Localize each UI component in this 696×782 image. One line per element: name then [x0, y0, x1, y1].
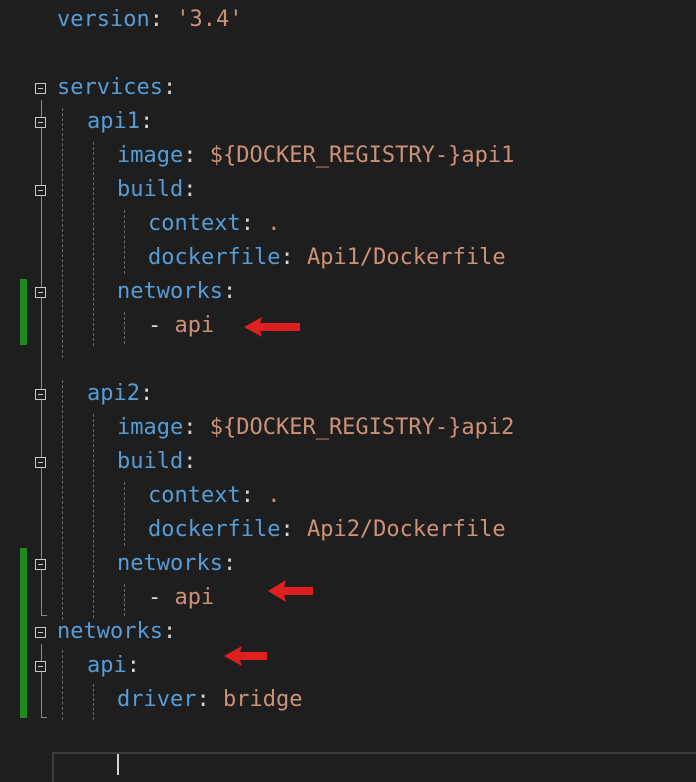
fold-toggle-networks[interactable] — [35, 627, 46, 638]
indent-guide — [62, 380, 63, 620]
yaml-code-editor[interactable]: version: '3.4' services: api1: image: ${… — [0, 0, 696, 782]
code-line-api2-dockerfile[interactable]: dockerfile: Api2/Dockerfile — [148, 513, 506, 547]
code-line-api1-image[interactable]: image: ${DOCKER_REGISTRY-}api1 — [117, 139, 514, 173]
bottom-pane-border — [52, 752, 696, 782]
red-arrow-left-icon — [224, 646, 267, 666]
gutter-change-bar — [20, 548, 27, 718]
red-arrow-left-icon — [268, 580, 313, 602]
indent-guide — [62, 650, 63, 720]
fold-region-line — [41, 100, 42, 615]
fold-toggle-api2-networks[interactable] — [35, 559, 46, 570]
code-line-networks[interactable]: networks: — [57, 615, 176, 649]
code-line-networks-driver[interactable]: driver: bridge — [117, 683, 302, 717]
indent-guide — [124, 210, 125, 274]
code-line-api2-build[interactable]: build: — [117, 445, 196, 479]
fold-toggle-api1-build[interactable] — [35, 185, 46, 196]
code-line-api2-networks[interactable]: networks: — [117, 547, 236, 581]
code-line-api2-network-item[interactable]: - api — [148, 581, 214, 615]
code-line-services[interactable]: services: — [57, 71, 176, 105]
fold-region-line — [41, 644, 42, 718]
code-line-api1-dockerfile[interactable]: dockerfile: Api1/Dockerfile — [148, 241, 506, 275]
fold-toggle-services[interactable] — [35, 83, 46, 94]
code-line-api1-context[interactable]: context: . — [148, 207, 280, 241]
code-line-version[interactable]: version: '3.4' — [57, 3, 242, 37]
code-line-api1-build[interactable]: build: — [117, 173, 196, 207]
code-line-api2[interactable]: api2: — [87, 377, 153, 411]
indent-guide — [124, 312, 125, 344]
fold-toggle-api1-networks[interactable] — [35, 287, 46, 298]
fold-toggle-api2[interactable] — [35, 389, 46, 400]
text-cursor — [117, 754, 119, 775]
fold-toggle-api2-build[interactable] — [35, 457, 46, 468]
indent-guide — [93, 142, 94, 346]
indent-guide — [62, 108, 63, 358]
gutter-change-bar — [20, 279, 27, 345]
fold-toggle-networks-api[interactable] — [35, 661, 46, 672]
code-line-api1[interactable]: api1: — [87, 105, 153, 139]
code-line-networks-api[interactable]: api: — [87, 649, 140, 683]
red-arrow-left-icon — [244, 317, 300, 337]
indent-guide — [124, 482, 125, 546]
code-line-api1-network-item[interactable]: - api — [148, 309, 214, 343]
indent-guide — [93, 414, 94, 618]
code-line-api2-image[interactable]: image: ${DOCKER_REGISTRY-}api2 — [117, 411, 514, 445]
code-line-api2-context[interactable]: context: . — [148, 479, 280, 513]
indent-guide — [124, 584, 125, 616]
fold-toggle-api1[interactable] — [35, 117, 46, 128]
code-line-api1-networks[interactable]: networks: — [117, 275, 236, 309]
indent-guide — [93, 684, 94, 720]
fold-region-end — [41, 717, 47, 718]
fold-region-end — [41, 615, 47, 616]
